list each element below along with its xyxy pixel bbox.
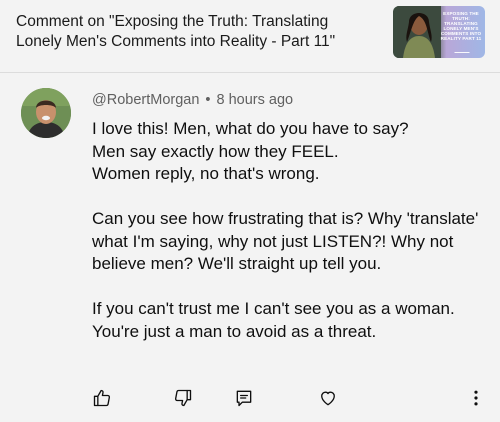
heart-icon — [321, 391, 335, 406]
like-button[interactable] — [90, 386, 114, 410]
video-title[interactable]: Comment on "Exposing the Truth: Translat… — [16, 12, 376, 52]
thumbnail-subtext: ▬▬▬▬▬ — [454, 50, 470, 54]
comment-header: Comment on "Exposing the Truth: Translat… — [0, 0, 500, 73]
like-icon — [93, 389, 111, 407]
comment-meta: @RobertMorgan • 8 hours ago — [92, 92, 293, 108]
thumbnail-person-image — [397, 6, 441, 58]
reply-button[interactable] — [232, 386, 256, 410]
comment-body: I love this! Men, what do you have to sa… — [92, 118, 487, 343]
comment-actions — [0, 386, 500, 410]
dislike-button[interactable] — [171, 386, 195, 410]
heart-button[interactable] — [316, 386, 340, 410]
more-vertical-icon — [474, 390, 478, 406]
author-handle[interactable]: @RobertMorgan — [92, 92, 199, 108]
video-thumbnail[interactable]: EXPOSING THE TRUTH: TRANSLATING LONELY M… — [393, 6, 485, 58]
avatar[interactable] — [21, 88, 71, 138]
more-options-button[interactable] — [464, 386, 488, 410]
avatar-image — [21, 88, 71, 138]
comment-paragraph: I love this! Men, what do you have to sa… — [92, 119, 409, 183]
comment-paragraph: Can you see how frustrating that is? Why… — [92, 209, 479, 273]
thumbnail-caption: EXPOSING THE TRUTH: TRANSLATING LONELY M… — [440, 11, 482, 41]
dislike-icon — [174, 389, 192, 407]
meta-separator: • — [205, 92, 211, 108]
comment-paragraph: If you can't trust me I can't see you as… — [92, 299, 455, 341]
comment-timestamp: 8 hours ago — [216, 92, 294, 108]
reply-icon — [236, 390, 252, 407]
